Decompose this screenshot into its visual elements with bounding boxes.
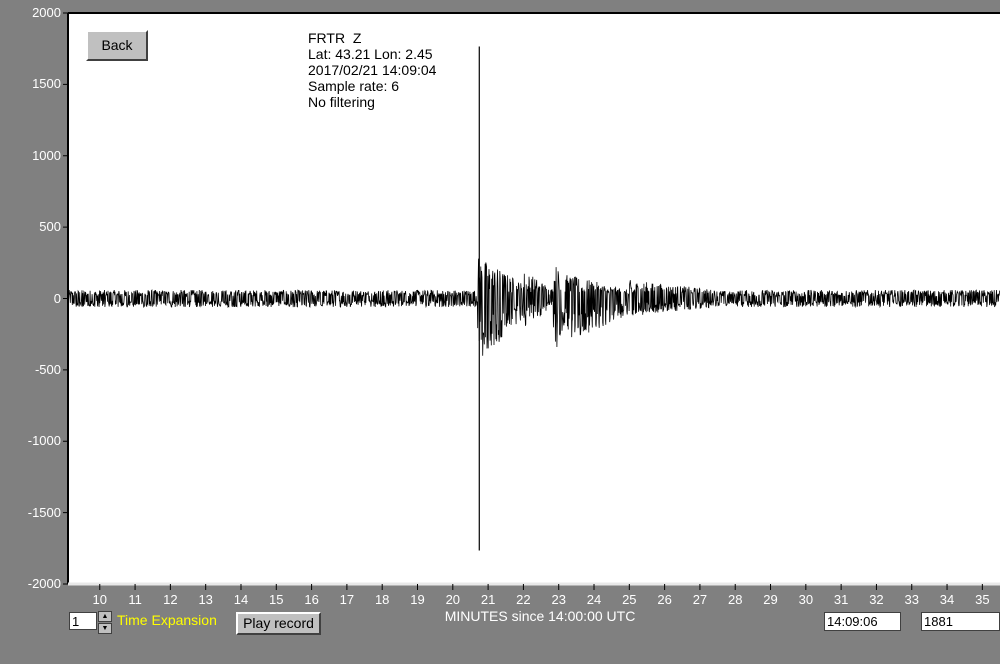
y-tick-label: 0 [53, 290, 61, 306]
x-tick-label: 11 [128, 592, 142, 607]
x-tick-label: 31 [833, 592, 849, 607]
x-axis-label: MINUTES since 14:00:00 UTC [444, 608, 636, 624]
station-name: FRTR Z [308, 30, 362, 46]
record-datetime: 2017/02/21 14:09:04 [308, 62, 437, 78]
seismogram-chart [63, 12, 1000, 590]
station-info: FRTR Z Lat: 43.21 Lon: 2.45 2017/02/21 1… [308, 30, 436, 110]
y-tick-label: 1000 [32, 147, 61, 163]
y-tick-label: 1500 [32, 76, 61, 92]
y-tick-label: -500 [34, 361, 61, 377]
x-tick-label: 16 [304, 592, 319, 607]
sample-rate: Sample rate: 6 [308, 78, 400, 94]
x-tick-label: 33 [904, 592, 919, 607]
filter-status: No filtering [308, 94, 375, 110]
x-tick-label: 24 [586, 592, 602, 607]
x-tick-label: 10 [92, 592, 107, 607]
x-tick-label: 23 [551, 592, 566, 607]
time-expansion-label: Time Expansion [117, 612, 217, 628]
x-tick-label: 17 [339, 592, 355, 607]
spin-down-button[interactable]: ▼ [98, 623, 112, 634]
x-tick-label: 27 [692, 592, 708, 607]
play-record-button[interactable]: Play record [236, 612, 321, 635]
y-tick-label: 500 [39, 219, 61, 235]
x-tick-label: 18 [374, 592, 390, 607]
seismogram-trace [67, 258, 1000, 356]
x-tick-label: 34 [939, 592, 955, 607]
y-tick-label: 2000 [32, 5, 61, 20]
x-tick-label: 20 [445, 592, 461, 607]
time-field[interactable]: 14:09:06 [824, 612, 901, 631]
x-tick-label: 28 [727, 592, 743, 607]
x-tick-label: 35 [975, 592, 990, 607]
x-tick-label: 30 [798, 592, 814, 607]
spin-up-button[interactable]: ▲ [98, 611, 112, 622]
x-tick-label: 26 [657, 592, 672, 607]
back-button[interactable]: Back [86, 30, 148, 61]
x-tick-label: 21 [480, 592, 496, 607]
x-tick-label: 32 [869, 592, 884, 607]
x-tick-label: 29 [763, 592, 778, 607]
y-tick-label: -1500 [27, 504, 61, 520]
x-tick-label: 25 [622, 592, 637, 607]
x-tick-label: 13 [198, 592, 213, 607]
station-location: Lat: 43.21 Lon: 2.45 [308, 46, 433, 62]
time-expansion-input[interactable]: 1 [69, 612, 97, 630]
y-tick-label: -1000 [27, 433, 61, 449]
x-tick-label: 14 [233, 592, 249, 607]
x-tick-label: 22 [516, 592, 531, 607]
x-tick-label: 15 [269, 592, 284, 607]
x-tick-label: 12 [163, 592, 178, 607]
x-tick-label: 19 [410, 592, 425, 607]
y-tick-label: -2000 [27, 576, 61, 591]
sample-count-field[interactable]: 1881 [921, 612, 1000, 631]
